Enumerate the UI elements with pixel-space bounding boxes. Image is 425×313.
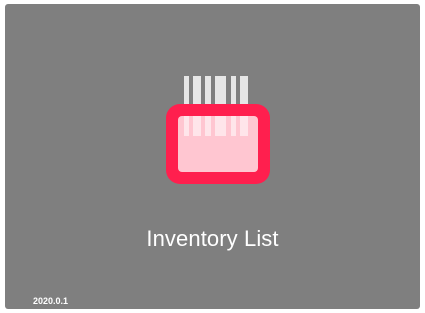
version-label: 2020.0.1	[33, 296, 69, 306]
app-title: Inventory List	[146, 226, 279, 251]
barcode-scanner-icon	[165, 76, 271, 186]
splash-screen: Inventory List 2020.0.1	[5, 4, 420, 309]
